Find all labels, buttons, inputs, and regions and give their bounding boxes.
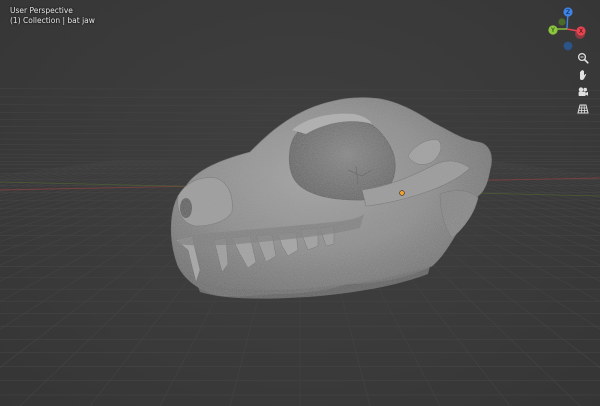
gizmo-x-label: X <box>579 28 583 35</box>
gizmo-neg-y-handle[interactable] <box>558 18 566 26</box>
gizmo-z-label: Z <box>566 9 570 16</box>
gizmo-neg-z-handle[interactable] <box>563 41 573 51</box>
grid-line-width <box>0 96 600 100</box>
grid-line-depth <box>0 159 169 190</box>
bat-skull-mesh <box>170 97 492 299</box>
grid-line-depth <box>0 159 139 180</box>
camera-view-button[interactable] <box>574 83 592 101</box>
grid-line-width <box>0 104 600 108</box>
viewport-scene[interactable] <box>0 0 600 406</box>
grid-line-width <box>0 88 600 91</box>
perspective-toggle-button[interactable] <box>574 100 592 118</box>
grid-line-depth <box>0 159 199 206</box>
3d-viewport[interactable]: User Perspective (1) Collection | bat ja… <box>0 0 600 406</box>
navigation-gizmo[interactable]: Z Y X <box>542 4 596 54</box>
gizmo-y-label: Y <box>550 27 555 34</box>
grid-line-depth <box>0 159 157 186</box>
grid-line-depth <box>0 159 193 202</box>
grid-line-depth <box>0 159 187 198</box>
orthographic-grid-icon <box>577 104 589 114</box>
grid-line-depth <box>0 159 181 195</box>
grid-line-depth <box>461 159 600 180</box>
zoom-button[interactable] <box>574 49 592 67</box>
collection-object-label: (1) Collection | bat jaw <box>10 16 95 25</box>
pan-button[interactable] <box>574 66 592 84</box>
camera-icon <box>578 87 588 96</box>
zoom-icon <box>577 52 589 64</box>
grid-line-depth <box>0 159 205 210</box>
hand-pan-icon <box>580 70 587 80</box>
object-origin <box>399 190 405 196</box>
view-name-label: User Perspective <box>10 6 73 15</box>
